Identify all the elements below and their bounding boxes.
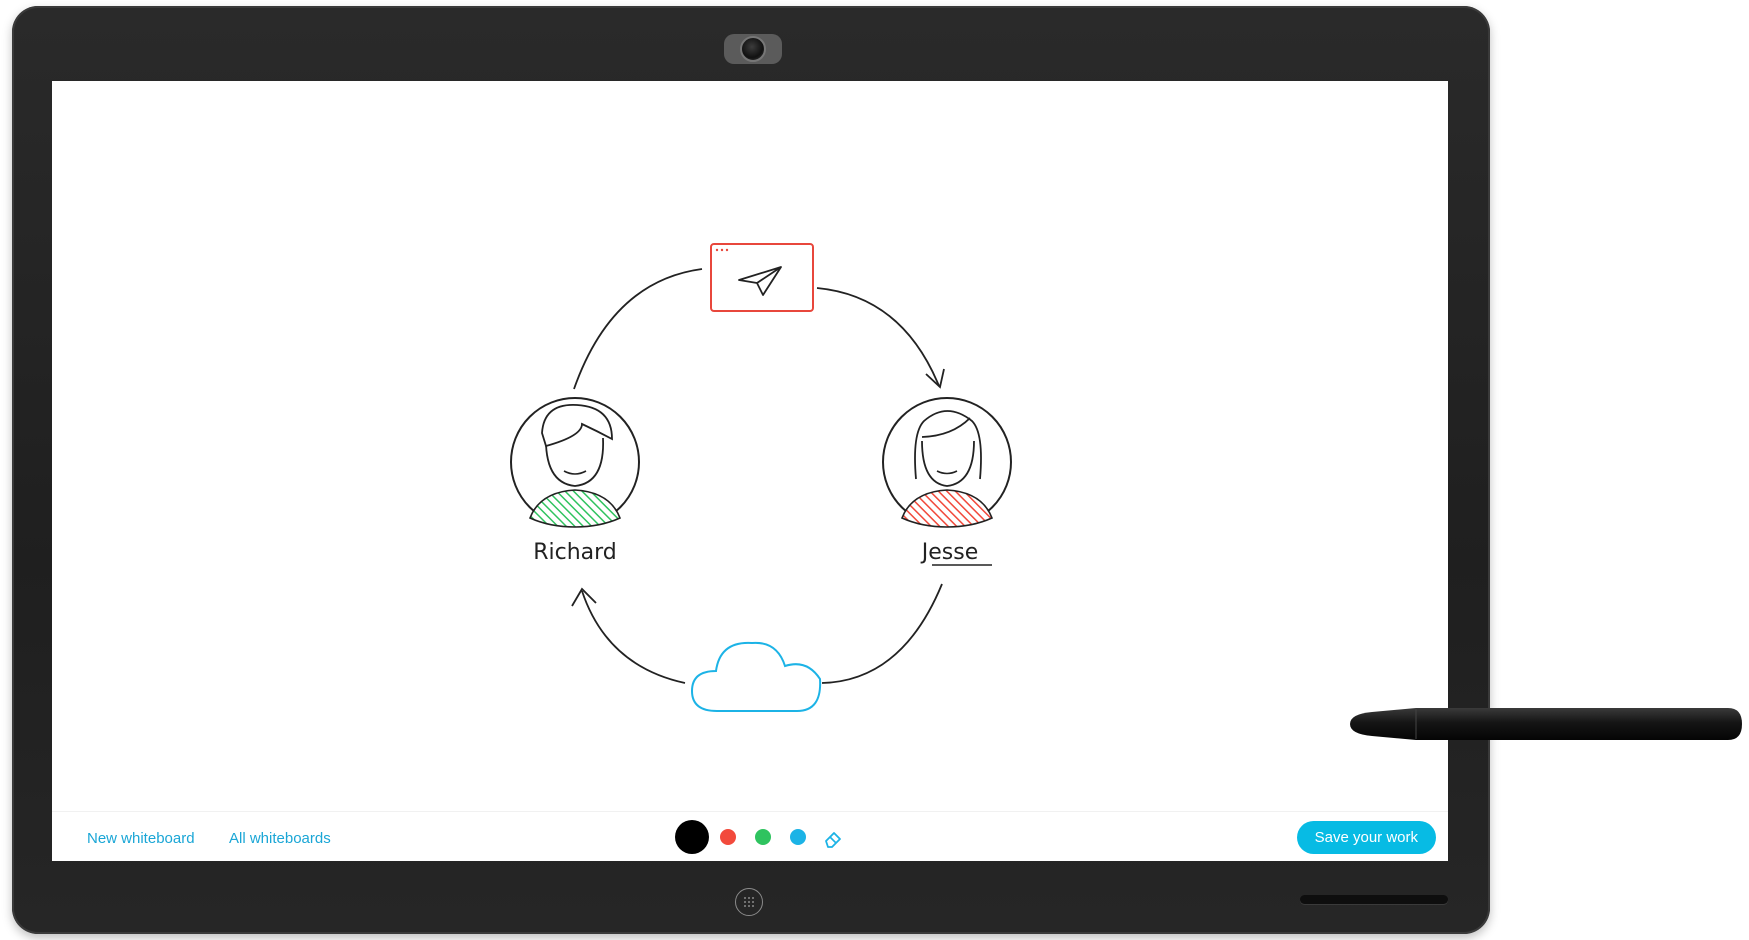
stylus-pen[interactable] xyxy=(1346,700,1746,748)
pen-tray-slot xyxy=(1300,895,1448,904)
color-black-swatch[interactable] xyxy=(675,820,709,854)
color-red-swatch[interactable] xyxy=(720,829,736,845)
webex-board-device: Richard Jesse New whiteboard All whitebo… xyxy=(12,6,1490,934)
grid-icon xyxy=(744,897,754,907)
avatar-jesse xyxy=(882,397,1012,528)
whiteboard-screen: Richard Jesse New whiteboard All whitebo… xyxy=(52,81,1448,861)
whiteboard-canvas[interactable]: Richard Jesse xyxy=(52,81,1448,811)
color-blue-swatch[interactable] xyxy=(790,829,806,845)
home-button[interactable] xyxy=(735,888,763,916)
eraser-icon[interactable] xyxy=(822,827,844,849)
color-green-swatch[interactable] xyxy=(755,829,771,845)
camera-icon xyxy=(724,34,782,64)
arc-cloud-to-richard xyxy=(581,590,686,684)
label-jesse: Jesse xyxy=(920,540,978,565)
arc-richard-to-plane xyxy=(573,268,703,390)
label-richard: Richard xyxy=(533,540,617,565)
avatar-richard xyxy=(510,397,640,528)
all-whiteboards-link[interactable]: All whiteboards xyxy=(229,830,331,847)
whiteboard-toolbar: New whiteboard All whiteboards Save your… xyxy=(52,811,1448,861)
paper-plane-icon xyxy=(710,243,814,312)
save-your-work-button[interactable]: Save your work xyxy=(1296,821,1436,854)
cloud-icon xyxy=(690,641,822,712)
new-whiteboard-link[interactable]: New whiteboard xyxy=(87,830,195,847)
arc-plane-to-jesse xyxy=(816,287,940,387)
arc-jesse-to-cloud xyxy=(821,583,943,684)
